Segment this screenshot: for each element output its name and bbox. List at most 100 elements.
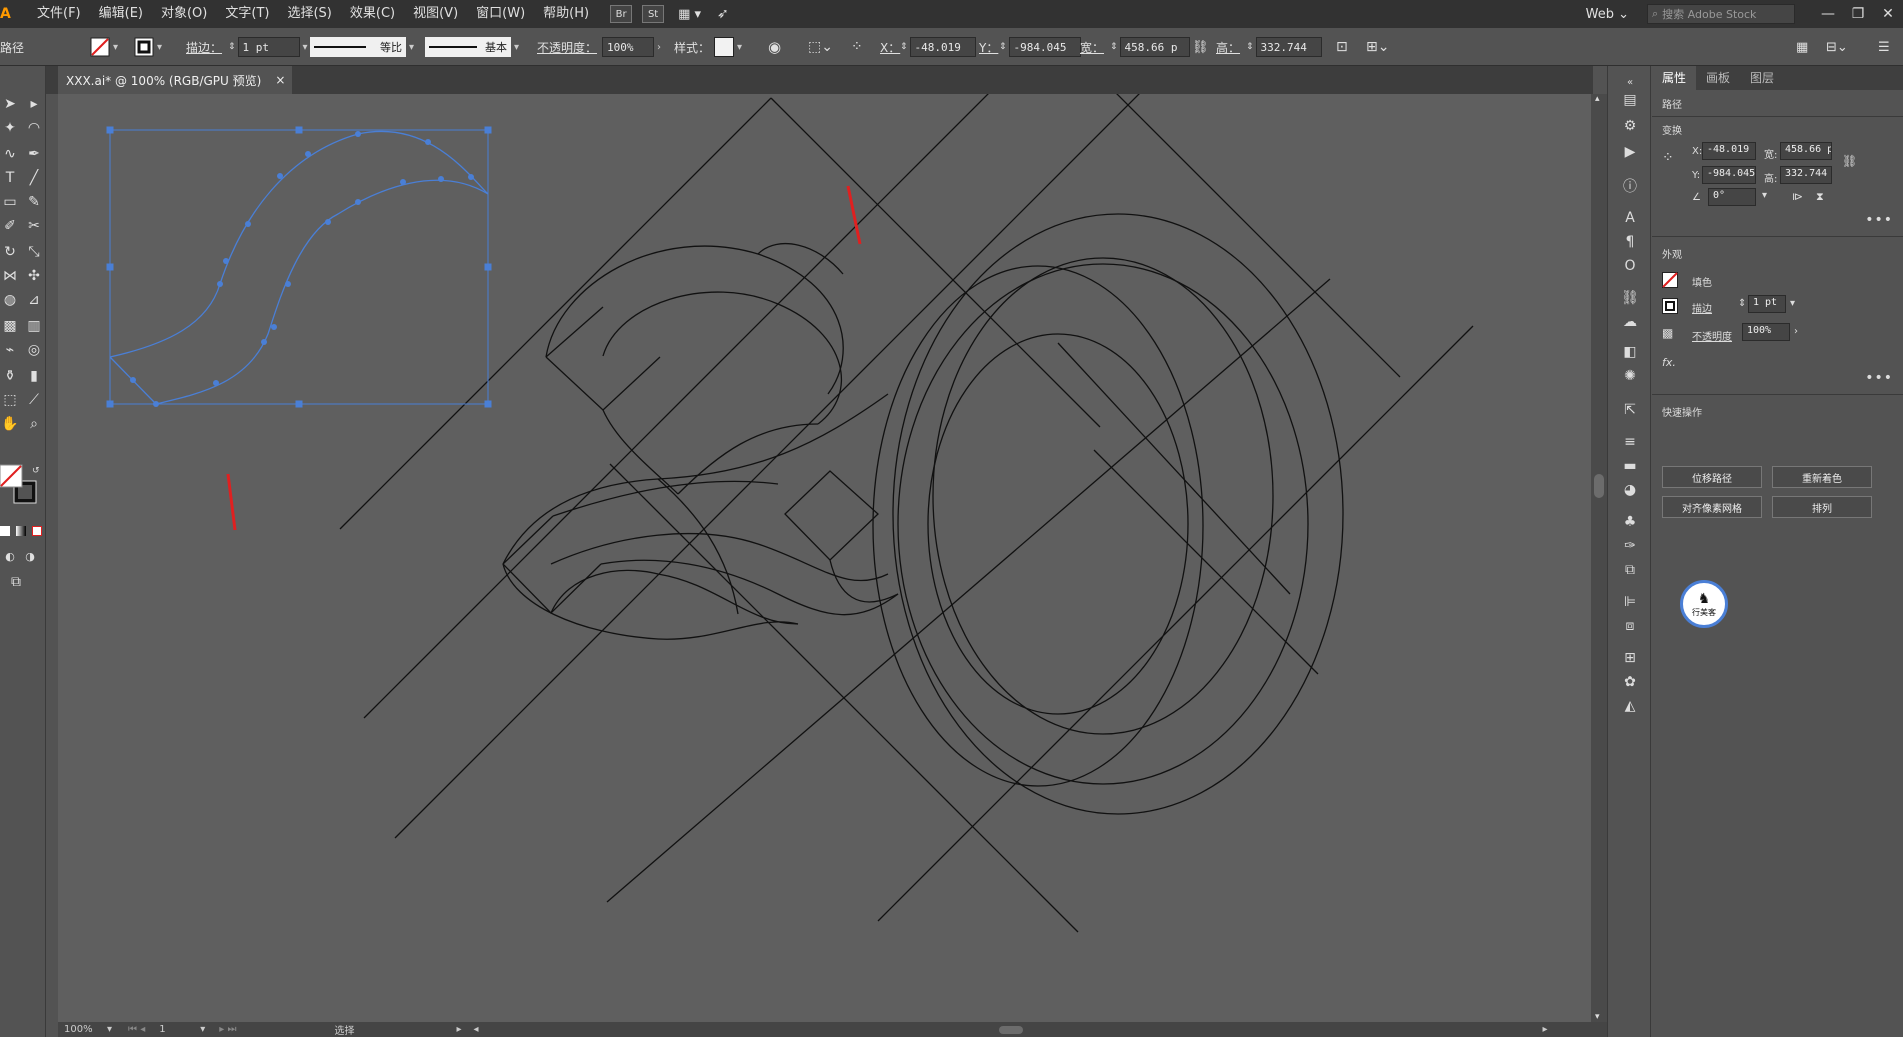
- shaper-tool-icon[interactable]: ✐: [0, 216, 20, 236]
- scroll-thumb[interactable]: [1594, 474, 1604, 498]
- stock-button[interactable]: St: [642, 5, 665, 23]
- pen-tool-icon[interactable]: ✒: [24, 144, 44, 164]
- document-setup-icon[interactable]: ▦: [1796, 28, 1808, 66]
- export-panel-icon[interactable]: ⇱: [1620, 400, 1640, 420]
- tab-layers[interactable]: 图层: [1740, 66, 1784, 90]
- opacity-control[interactable]: 100% ›: [602, 28, 661, 66]
- transform-panel-icon[interactable]: ⊞: [1620, 648, 1640, 668]
- stroke-color-icon-panel[interactable]: [1662, 298, 1678, 314]
- bridge-button[interactable]: Br: [610, 5, 633, 23]
- scroll-left-icon[interactable]: ◂: [474, 1024, 479, 1035]
- swatches-panel-icon[interactable]: ◭: [1620, 696, 1640, 716]
- color-mode-icon[interactable]: [0, 526, 10, 536]
- graphic-styles-icon[interactable]: ⧉: [1620, 560, 1640, 580]
- fill-none-icon[interactable]: [1662, 272, 1678, 288]
- zoom-tool-icon[interactable]: ⌕: [24, 414, 44, 434]
- pathfinder-panel-icon[interactable]: ⧈: [1620, 616, 1640, 636]
- transform-icon[interactable]: ⊡: [1336, 28, 1348, 66]
- direct-selection-tool-icon[interactable]: ▸: [24, 94, 44, 114]
- puppet-warp-tool-icon[interactable]: ✣: [24, 266, 44, 286]
- recolor-button[interactable]: 重新着色: [1772, 466, 1872, 488]
- links-panel-icon[interactable]: ⛓: [1620, 288, 1640, 308]
- symbols-panel-icon[interactable]: ♣: [1620, 512, 1640, 532]
- draw-mode-icon[interactable]: ◐: [0, 546, 20, 566]
- zoom-dropdown-icon[interactable]: ▾: [107, 1024, 112, 1035]
- appearance-more-options[interactable]: •••: [1865, 370, 1893, 386]
- minimize-button[interactable]: —: [1813, 6, 1843, 22]
- transform-more-options[interactable]: •••: [1865, 212, 1893, 228]
- width-field[interactable]: 458.66 p: [1119, 37, 1190, 57]
- height-control[interactable]: ⇕ 332.744: [1246, 28, 1322, 66]
- stroke-weight-field[interactable]: 1 pt: [237, 37, 300, 57]
- x-stepper-icon[interactable]: ⇕: [900, 42, 908, 52]
- scale-tool-icon[interactable]: ⤡: [24, 242, 44, 262]
- libraries-icon[interactable]: ▤: [1620, 90, 1640, 110]
- y-stepper-icon[interactable]: ⇕: [999, 42, 1007, 52]
- rotate-tool-icon[interactable]: ↻: [0, 242, 20, 262]
- column-graph-tool-icon[interactable]: ▮: [24, 366, 44, 386]
- character-panel-icon[interactable]: A: [1620, 208, 1640, 228]
- scissors-tool-icon[interactable]: ✂: [24, 216, 44, 236]
- gradient-tool-icon[interactable]: ▥: [24, 316, 44, 336]
- preferences-icon[interactable]: ⊟⌄: [1826, 28, 1848, 66]
- status-menu-icon[interactable]: ▸: [456, 1024, 461, 1035]
- hand-tool-icon[interactable]: ✋: [0, 414, 20, 434]
- horizontal-scroll-thumb[interactable]: [998, 1025, 1023, 1034]
- artboard-dropdown-icon[interactable]: ▾: [200, 1024, 205, 1035]
- reference-point-icon-panel[interactable]: ⁘: [1662, 150, 1674, 166]
- image-trace-icon[interactable]: ◧: [1620, 342, 1640, 362]
- selection-tool-icon[interactable]: ➤: [0, 94, 20, 114]
- vertical-scrollbar[interactable]: ▴ ▾: [1591, 94, 1607, 1022]
- curvature-tool-icon[interactable]: ∿: [0, 144, 20, 164]
- align-panel-icon[interactable]: ⊫: [1620, 592, 1640, 612]
- w-stepper-icon[interactable]: ⇕: [1110, 42, 1118, 52]
- restore-button[interactable]: ❐: [1843, 6, 1873, 22]
- stock-search-input[interactable]: ⌕ 搜索 Adobe Stock: [1647, 4, 1795, 24]
- type-tool-icon[interactable]: T: [0, 168, 20, 188]
- magic-wand-tool-icon[interactable]: ✦: [0, 118, 20, 138]
- symbol-sprayer-tool-icon[interactable]: ⚱: [0, 366, 20, 386]
- props-x-field[interactable]: -48.019: [1702, 142, 1756, 160]
- brushes-panel-icon[interactable]: ✑: [1620, 536, 1640, 556]
- scroll-down-icon[interactable]: ▾: [1595, 1012, 1600, 1022]
- y-control[interactable]: ⇕ -984.045: [999, 28, 1081, 66]
- blend-tool-icon[interactable]: ◎: [24, 340, 44, 360]
- y-field[interactable]: -984.045: [1008, 37, 1081, 57]
- collapse-panels-icon[interactable]: «: [1620, 72, 1640, 92]
- document-tab[interactable]: XXX.ai* @ 100% (RGB/GPU 预览) ×: [58, 66, 292, 94]
- artboard-nav-next-icon[interactable]: ▸ ⏭: [219, 1024, 236, 1035]
- menu-file[interactable]: 文件(F): [28, 0, 90, 28]
- scroll-right-icon[interactable]: ▸: [1543, 1024, 1548, 1035]
- fill-swatch[interactable]: ▾: [90, 28, 118, 66]
- rectangle-tool-icon[interactable]: ▭: [0, 192, 20, 212]
- actions-play-icon[interactable]: ▶: [1620, 142, 1640, 162]
- paintbrush-tool-icon[interactable]: ✎: [24, 192, 44, 212]
- menu-help[interactable]: 帮助(H): [534, 0, 598, 28]
- appearance-panel-icon[interactable]: ✺: [1620, 366, 1640, 386]
- cc-libraries-icon[interactable]: ☁: [1620, 312, 1640, 332]
- stroke-label[interactable]: 描边：: [186, 28, 222, 66]
- angle-dropdown-icon[interactable]: ▾: [1762, 190, 1767, 201]
- zoom-level[interactable]: 100%: [64, 1024, 104, 1035]
- tab-properties[interactable]: 属性: [1652, 66, 1697, 90]
- menu-object[interactable]: 对象(O): [152, 0, 216, 28]
- opacity-label-panel[interactable]: 不透明度: [1692, 328, 1732, 343]
- opacity-checker-icon[interactable]: ▩: [1662, 326, 1673, 340]
- gpu-rocket-icon[interactable]: ➶: [717, 6, 729, 22]
- gradient-mode-icon[interactable]: [16, 526, 26, 536]
- stroke-panel-icon[interactable]: ≡: [1620, 432, 1640, 452]
- opacity-field[interactable]: 100%: [602, 37, 654, 57]
- h-stepper-icon[interactable]: ⇕: [1246, 42, 1254, 52]
- app-logo[interactable]: Ai: [0, 0, 12, 28]
- shape-builder-tool-icon[interactable]: ◍: [0, 290, 20, 310]
- transparency-panel-icon[interactable]: ◕: [1620, 480, 1640, 500]
- none-mode-icon[interactable]: [32, 526, 42, 536]
- props-w-field[interactable]: 458.66 p: [1780, 142, 1832, 160]
- close-window-button[interactable]: ✕: [1873, 6, 1903, 22]
- slice-tool-icon[interactable]: ⟋: [24, 390, 44, 410]
- eyedropper-tool-icon[interactable]: ⌁: [0, 340, 20, 360]
- menu-window[interactable]: 窗口(W): [467, 0, 534, 28]
- constrain-proportions-icon[interactable]: ⛓: [1192, 28, 1209, 66]
- reference-point-icon[interactable]: ⁘: [851, 28, 863, 66]
- paragraph-panel-icon[interactable]: ¶: [1620, 232, 1640, 252]
